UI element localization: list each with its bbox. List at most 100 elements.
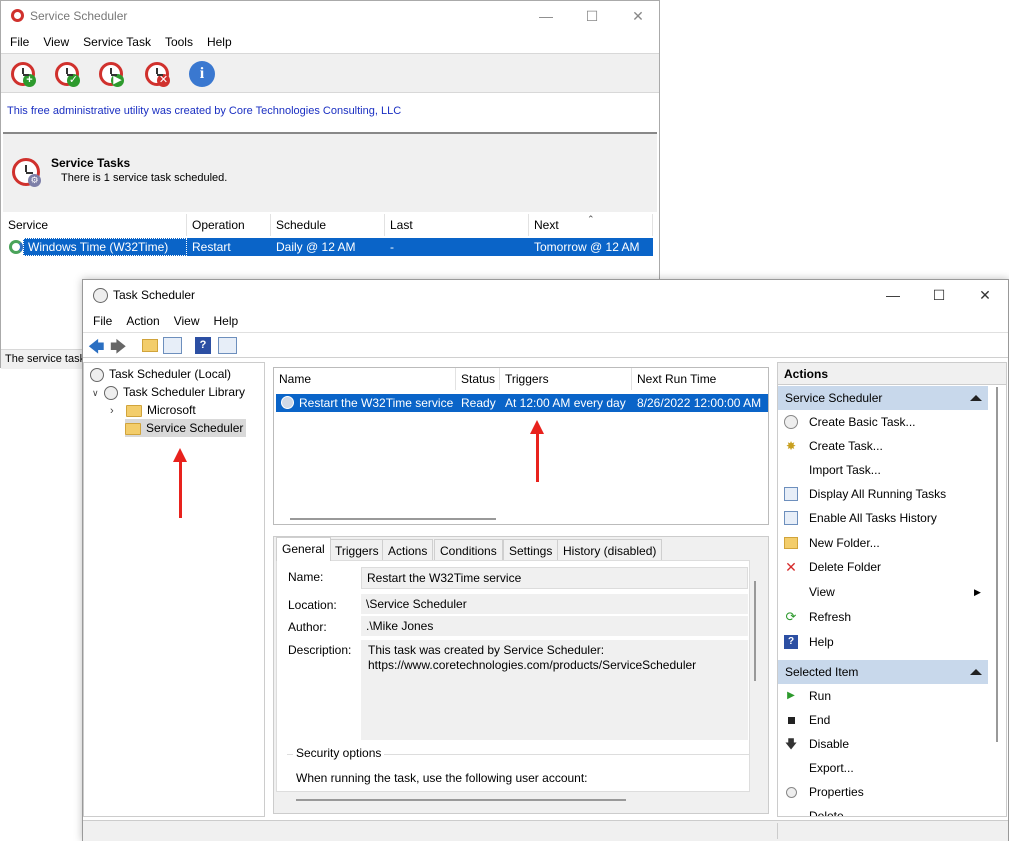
action-import-task[interactable]: Import Task...	[778, 458, 988, 482]
ts-menu-file[interactable]: File	[86, 314, 119, 328]
clock-icon	[104, 385, 118, 400]
action-create-basic-task[interactable]: Create Basic Task...	[778, 410, 988, 434]
ss-menu-service-task[interactable]: Service Task	[76, 35, 158, 49]
action-delete-folder[interactable]: ✕ Delete Folder	[778, 555, 988, 579]
ss-menu-file[interactable]: File	[3, 35, 36, 49]
red-arrow-annotation	[173, 448, 187, 518]
ss-app-icon	[11, 9, 24, 22]
action-disable[interactable]: 🡇 Disable	[778, 732, 988, 756]
help-icon[interactable]: ?	[195, 337, 211, 354]
delete-task-icon[interactable]: ✕	[143, 60, 171, 88]
action-create-task[interactable]: ✸ Create Task...	[778, 434, 988, 458]
action-delete[interactable]: Delete	[778, 804, 988, 816]
description-label: Description:	[288, 643, 352, 657]
info-icon[interactable]: i	[187, 59, 217, 89]
tab-history[interactable]: History (disabled)	[557, 539, 663, 561]
action-properties[interactable]: Properties	[778, 780, 988, 804]
ss-titlebar: Service Scheduler — ☐ ✕	[1, 1, 659, 31]
section-selected-item[interactable]: Selected Item	[778, 660, 988, 684]
forward-arrow-icon[interactable]: 🡆	[110, 336, 127, 363]
actions-header: Actions	[778, 363, 1006, 385]
section-title: Service Scheduler	[785, 391, 883, 405]
collapse-up-icon[interactable]	[970, 669, 982, 675]
ss-col-schedule[interactable]: Schedule	[271, 214, 385, 236]
security-text: When running the task, use the following…	[296, 771, 588, 785]
tab-conditions[interactable]: Conditions	[434, 539, 503, 561]
ss-col-last[interactable]: Last	[385, 214, 529, 236]
action-help[interactable]: ? Help	[778, 630, 988, 654]
ts-menu-view[interactable]: View	[167, 314, 207, 328]
details-tabs: General Triggers Actions Conditions Sett…	[274, 537, 768, 561]
section-service-scheduler[interactable]: Service Scheduler	[778, 386, 988, 410]
action-end[interactable]: End	[778, 708, 988, 732]
up-folder-icon[interactable]	[142, 339, 158, 352]
ts-menu-help[interactable]: Help	[207, 314, 246, 328]
location-label: Location:	[288, 598, 337, 612]
security-title: Security options	[293, 746, 385, 760]
table-row[interactable]: Windows Time (W32Time) Restart Daily @ 1…	[3, 238, 653, 256]
ss-banner[interactable]: This free administrative utility was cre…	[7, 105, 401, 117]
folder-icon	[126, 404, 142, 417]
action-display-running[interactable]: Display All Running Tasks	[778, 482, 988, 506]
tab-actions[interactable]: Actions	[382, 539, 434, 561]
action-view[interactable]: View ▶	[778, 580, 988, 604]
cell-operation: Restart	[187, 238, 271, 256]
ss-menu-help[interactable]: Help	[200, 35, 239, 49]
action-new-folder[interactable]: New Folder...	[778, 531, 988, 555]
show-hide-console-icon[interactable]	[163, 337, 182, 354]
history-icon	[784, 511, 798, 525]
table-row[interactable]: Restart the W32Time service Ready At 12:…	[276, 394, 768, 412]
ss-minimize-button[interactable]: —	[523, 1, 569, 31]
edit-task-icon[interactable]: ✓	[53, 60, 81, 88]
new-folder-icon	[784, 537, 798, 549]
tab-general[interactable]: General	[276, 537, 331, 561]
tree-item-library[interactable]: ∨ Task Scheduler Library	[92, 383, 245, 401]
run-task-icon[interactable]: ▶	[97, 60, 125, 88]
action-refresh[interactable]: ⟳ Refresh	[778, 605, 988, 629]
action-run[interactable]: ▶ Run	[778, 684, 988, 708]
ss-col-operation[interactable]: Operation	[187, 214, 271, 236]
create-task-icon: ✸	[785, 439, 797, 453]
actions-scrollbar[interactable]	[996, 387, 998, 742]
ss-maximize-button[interactable]: ☐	[569, 1, 615, 31]
red-arrow-annotation	[530, 420, 544, 482]
ss-close-button[interactable]: ✕	[615, 1, 661, 31]
action-export[interactable]: Export...	[778, 756, 988, 780]
ts-maximize-button[interactable]: ☐	[916, 280, 962, 310]
show-hide-action-pane-icon[interactable]	[218, 337, 237, 354]
description-field[interactable]: This task was created by Service Schedul…	[361, 640, 748, 740]
tree-item-local[interactable]: Task Scheduler (Local)	[90, 365, 231, 383]
tree-item-microsoft[interactable]: › Microsoft	[110, 401, 196, 419]
ts-close-button[interactable]: ✕	[962, 280, 1008, 310]
ss-menu-tools[interactable]: Tools	[158, 35, 200, 49]
details-hscroll[interactable]	[296, 799, 626, 801]
chevron-down-icon[interactable]: ∨	[92, 384, 104, 402]
details-vscroll[interactable]	[754, 581, 756, 681]
ts-col-next-run[interactable]: Next Run Time	[632, 368, 768, 390]
service-status-icon	[9, 240, 23, 254]
sort-ascending-icon: ⌃	[587, 214, 595, 224]
tab-triggers[interactable]: Triggers	[329, 539, 385, 561]
tree-label-microsoft: Microsoft	[147, 403, 196, 417]
cell-last: -	[385, 238, 529, 256]
ts-col-name[interactable]: Name	[274, 368, 456, 390]
task-list-scrollbar[interactable]	[290, 518, 496, 520]
ts-minimize-button[interactable]: —	[870, 280, 916, 310]
author-value: .\Mike Jones	[361, 616, 748, 636]
details-pane: General Triggers Actions Conditions Sett…	[273, 536, 769, 814]
cell-schedule: Daily @ 12 AM	[271, 238, 385, 256]
ss-col-service[interactable]: Service	[3, 214, 187, 236]
add-task-icon[interactable]: +	[9, 60, 37, 88]
tab-settings[interactable]: Settings	[503, 539, 559, 561]
ss-menu-view[interactable]: View	[36, 35, 76, 49]
chevron-right-icon[interactable]: ›	[110, 402, 126, 420]
ts-col-status[interactable]: Status	[456, 368, 500, 390]
action-enable-history[interactable]: Enable All Tasks History	[778, 506, 988, 530]
tree-item-service-scheduler[interactable]: Service Scheduler	[125, 419, 247, 437]
back-arrow-icon[interactable]: 🡄	[88, 336, 105, 363]
collapse-up-icon[interactable]	[970, 395, 982, 401]
ts-col-triggers[interactable]: Triggers	[500, 368, 632, 390]
name-field[interactable]: Restart the W32Time service	[361, 567, 748, 589]
ts-menu-action[interactable]: Action	[119, 314, 166, 328]
actions-pane: Actions Service Scheduler Create Basic T…	[777, 362, 1007, 817]
